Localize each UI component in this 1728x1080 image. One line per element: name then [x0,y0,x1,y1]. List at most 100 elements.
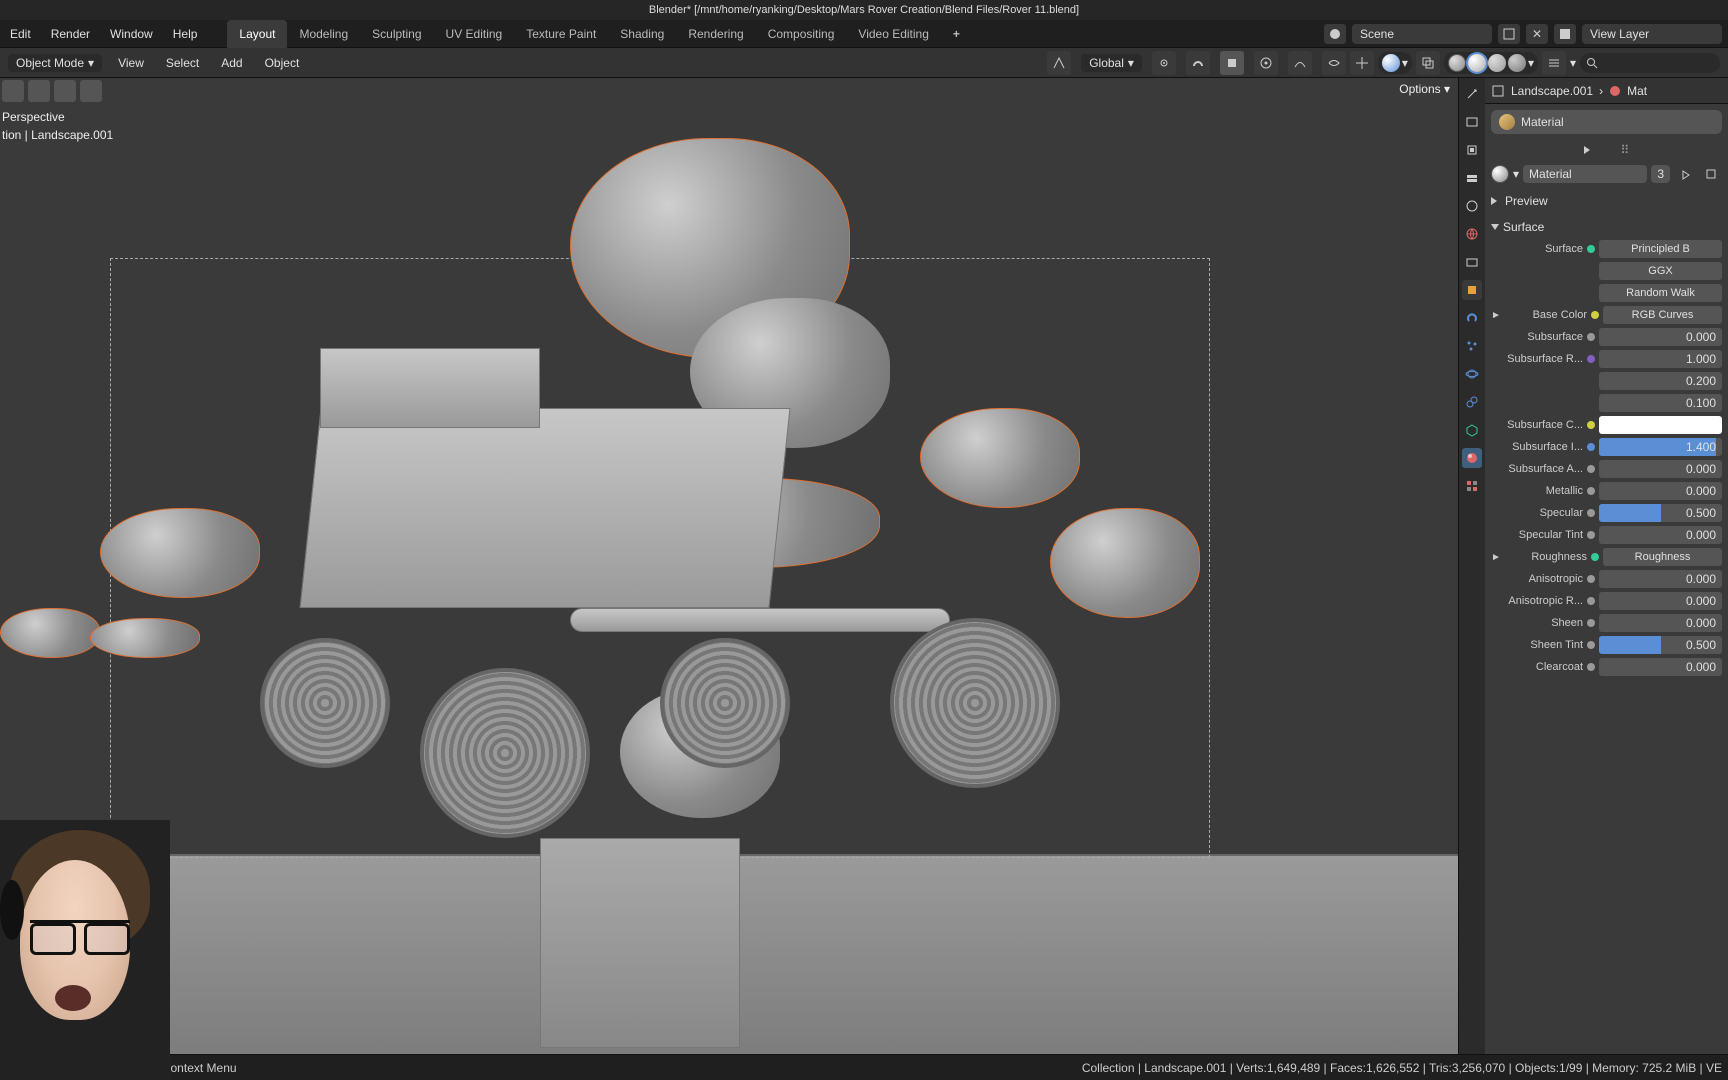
overlay-toggles[interactable]: ▾ [1378,52,1412,74]
scene-delete-icon[interactable]: ✕ [1526,24,1548,44]
menu-add[interactable]: Add [215,56,248,70]
scene-name-field[interactable]: Scene [1352,24,1492,44]
material-slot[interactable]: Material [1491,110,1722,134]
tab-output-icon[interactable] [1462,140,1482,160]
basecolor-value[interactable]: RGB Curves [1603,306,1722,324]
menu-select[interactable]: Select [160,56,205,70]
shading-matprev-icon[interactable] [1488,54,1506,72]
tab-add[interactable]: + [941,20,972,48]
proportional-edit-toggle[interactable] [1254,51,1278,75]
node-socket-icon[interactable] [1587,619,1595,627]
mode-dropdown[interactable]: Object Mode ▾ [8,54,102,72]
tab-video[interactable]: Video Editing [846,20,941,48]
roughness-value[interactable]: Roughness [1603,548,1722,566]
menu-render[interactable]: Render [41,20,100,48]
tab-rendering[interactable]: Rendering [676,20,755,48]
tab-shading[interactable]: Shading [608,20,676,48]
breadcrumb-object[interactable]: Landscape.001 [1511,84,1593,98]
clearcoat-value[interactable]: 0.000 [1599,658,1722,676]
node-socket-icon[interactable] [1587,443,1595,451]
node-socket-icon[interactable] [1587,663,1595,671]
tab-texture-icon[interactable] [1462,476,1482,496]
specular-tint-value[interactable]: 0.000 [1599,526,1722,544]
node-socket-icon[interactable] [1587,597,1595,605]
subsurf-radius-x[interactable]: 1.000 [1599,350,1722,368]
tab-texture[interactable]: Texture Paint [514,20,608,48]
tab-compositing[interactable]: Compositing [756,20,847,48]
chevron-down-icon[interactable]: ▾ [1513,167,1519,181]
anisotropic-rot-value[interactable]: 0.000 [1599,592,1722,610]
tab-constraints-icon[interactable] [1462,392,1482,412]
xray-toggle[interactable] [1416,51,1440,75]
node-socket-icon[interactable] [1587,245,1595,253]
viewlayer-browse-icon[interactable] [1554,24,1576,44]
tab-modifier-icon[interactable] [1462,308,1482,328]
subsurface-value[interactable]: 0.000 [1599,328,1722,346]
falloff-icon[interactable] [1288,51,1312,75]
fake-user-icon[interactable] [1674,164,1696,184]
sheen-value[interactable]: 0.000 [1599,614,1722,632]
scene-new-icon[interactable] [1498,24,1520,44]
material-name-field[interactable]: Material [1523,165,1647,183]
snap-toggle[interactable] [1186,51,1210,75]
gizmo-icon[interactable] [1350,51,1374,75]
split-icon[interactable] [28,80,50,102]
tab-viewlayer-icon[interactable] [1462,168,1482,188]
menu-object[interactable]: Object [259,56,306,70]
tab-physics-icon[interactable] [1462,364,1482,384]
tab-render-icon[interactable] [1462,112,1482,132]
subsurf-radius-y[interactable]: 0.200 [1599,372,1722,390]
node-socket-icon[interactable] [1587,575,1595,583]
split-icon-3[interactable] [80,80,102,102]
preview-panel-header[interactable]: Preview [1491,190,1722,212]
surface-shader-button[interactable]: Principled B [1599,240,1722,258]
shading-wireframe-icon[interactable] [1448,54,1466,72]
expand-icon[interactable]: ► [1491,310,1501,321]
node-socket-icon[interactable] [1587,641,1595,649]
tab-particles-icon[interactable] [1462,336,1482,356]
specular-value[interactable]: 0.500 [1599,504,1722,522]
search-input[interactable] [1580,53,1720,73]
sheen-tint-value[interactable]: 0.500 [1599,636,1722,654]
subsurf-color-swatch[interactable] [1599,416,1722,434]
distribution-dropdown[interactable]: GGX [1599,262,1722,280]
transform-orientation-icon[interactable] [1047,51,1071,75]
outliner-sync-icon[interactable] [1542,51,1566,75]
viewlayer-name-field[interactable]: View Layer [1582,24,1722,44]
pivot-icon[interactable] [1152,51,1176,75]
shading-solid-icon[interactable] [1468,54,1486,72]
snap-target-icon[interactable] [1220,51,1244,75]
tab-uv[interactable]: UV Editing [434,20,515,48]
node-socket-icon[interactable] [1587,355,1595,363]
tab-tool-icon[interactable] [1462,84,1482,104]
node-socket-icon[interactable] [1587,333,1595,341]
tab-layout[interactable]: Layout [227,20,287,48]
shading-rendered-icon[interactable] [1508,54,1526,72]
orientation-dropdown[interactable]: Global ▾ [1081,54,1142,72]
node-socket-icon[interactable] [1587,531,1595,539]
tab-modeling[interactable]: Modeling [287,20,360,48]
tab-material-icon[interactable] [1462,448,1482,468]
node-socket-icon[interactable] [1587,421,1595,429]
material-browse-icon[interactable] [1491,165,1509,183]
node-socket-icon[interactable] [1587,487,1595,495]
menu-help[interactable]: Help [163,20,208,48]
expand-icon[interactable]: ► [1491,552,1501,563]
menu-view[interactable]: View [112,56,150,70]
tab-mesh-icon[interactable] [1462,420,1482,440]
split-icon-2[interactable] [54,80,76,102]
tab-world-icon[interactable] [1462,224,1482,244]
slot-list-grip[interactable]: ⠿ [1485,140,1728,160]
menu-edit[interactable]: Edit [0,20,41,48]
tab-object-icon[interactable] [1462,280,1482,300]
subsurf-ior-value[interactable]: 1.400 [1599,438,1722,456]
tab-scene-icon[interactable] [1462,196,1482,216]
viewport-options-button[interactable]: Options ▾ [1399,82,1450,96]
anisotropic-value[interactable]: 0.000 [1599,570,1722,588]
editor-type-icon[interactable] [2,80,24,102]
node-socket-icon[interactable] [1591,553,1599,561]
node-socket-icon[interactable] [1591,311,1599,319]
breadcrumb-material[interactable]: Mat [1627,84,1647,98]
subsurf-aniso-value[interactable]: 0.000 [1599,460,1722,478]
tab-sculpting[interactable]: Sculpting [360,20,433,48]
